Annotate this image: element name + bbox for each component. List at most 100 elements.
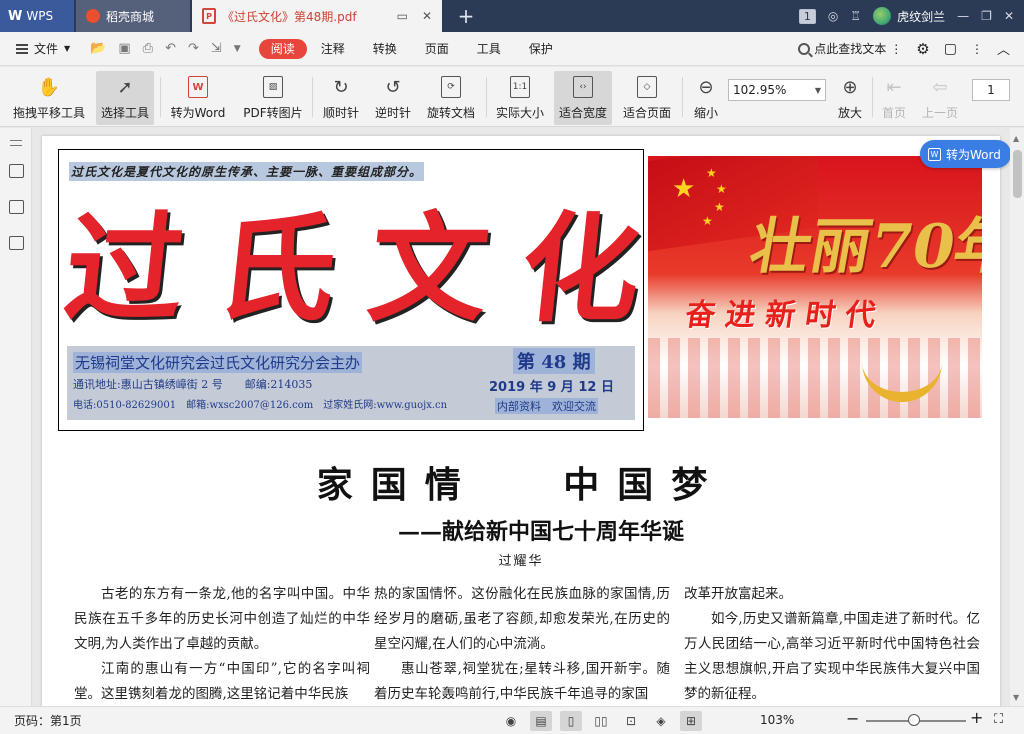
fit-width-label: 适合宽度: [558, 106, 607, 120]
export-icon[interactable]: ⇲: [211, 41, 222, 56]
open-folder-icon[interactable]: 📂: [90, 41, 106, 56]
status-bar: 页码：第1页 ◉ ▤ ▯ ▯▯ ⊡ ◈ ⊞ 103% − + ⛶: [0, 706, 1024, 734]
hamburger-icon: [16, 43, 28, 54]
rotate-document-button[interactable]: ⟳ 旋转文档: [424, 71, 478, 125]
cursor-arrow-icon: ➚: [117, 76, 133, 98]
tab-page[interactable]: 页面: [411, 39, 463, 59]
eye-protection-icon[interactable]: ◉: [500, 711, 522, 731]
tab-read[interactable]: 阅读: [258, 38, 307, 59]
rotate-ccw-icon: ↺: [385, 76, 401, 98]
pdf-to-image-button[interactable]: ▨ PDF转图片: [240, 71, 306, 125]
article-headline: 家国情 中国梦: [316, 465, 726, 506]
two-page-icon[interactable]: ▯▯: [590, 711, 612, 731]
rotate-cw-label: 顺时针: [322, 106, 359, 120]
tab-wps-home[interactable]: W WPS: [0, 0, 74, 32]
tab-protect[interactable]: 保护: [515, 39, 567, 59]
close-window-icon[interactable]: ✕: [1004, 9, 1014, 23]
fit-width-icon[interactable]: ⊞: [680, 711, 702, 731]
document-viewport[interactable]: 过氏文化是夏代文化的原生传承、主要一脉、重要组成部分。 过 氏 文 化 无锡祠堂…: [32, 128, 1010, 706]
thumbnail-icon[interactable]: [9, 200, 24, 214]
masthead-title-char: 文: [362, 198, 492, 338]
tab-active-document[interactable]: P 《过氏文化》第48期.pdf ▭ ✕: [192, 0, 442, 32]
fit-page-icon[interactable]: ◈: [650, 711, 672, 731]
rotate-counterclockwise-button[interactable]: ↺ 逆时针: [370, 71, 416, 125]
read-toolbar: ✋ 拖拽平移工具 ➚ 选择工具 W 转为Word ▨ PDF转图片 ↻ 顺时针 …: [0, 67, 1024, 127]
redo-icon[interactable]: ↷: [188, 41, 199, 56]
file-menu[interactable]: 文件 ▼: [0, 40, 80, 57]
title-tab-bar: W WPS 稻壳商城 P 《过氏文化》第48期.pdf ▭ ✕ + 1 ◎ ♖ …: [0, 0, 1024, 32]
word-doc-icon: W: [928, 147, 941, 161]
zoom-out-icon[interactable]: −: [846, 709, 859, 728]
tab-docer-store[interactable]: 稻壳商城: [76, 0, 190, 32]
shirt-icon[interactable]: ♖: [850, 9, 861, 23]
actual-size-button[interactable]: 1:1 实际大小: [492, 71, 548, 125]
find-text-button[interactable]: 点此查找文本 ⋮: [798, 40, 902, 57]
masthead-address: 通讯地址:惠山古镇绣嶂街 2 号 邮编:214035: [73, 378, 313, 391]
scrollbar-thumb[interactable]: [1013, 150, 1022, 198]
tab-tools[interactable]: 工具: [463, 39, 515, 59]
to-word-button[interactable]: W 转为Word: [166, 71, 230, 125]
zoom-in-button[interactable]: ⊕ 放大: [832, 71, 868, 125]
tab-convert[interactable]: 转换: [359, 39, 411, 59]
first-page-button[interactable]: ⇤ 首页: [876, 71, 912, 125]
select-tool-button[interactable]: ➚ 选择工具: [96, 71, 154, 125]
user-name: 虎纹剑兰: [897, 9, 946, 24]
rotate-ccw-label: 逆时针: [374, 106, 411, 120]
zoom-out-label: 缩小: [693, 106, 718, 120]
quick-access-more-icon[interactable]: ▼: [234, 44, 241, 54]
more-horizontal-icon[interactable]: ⋮: [971, 42, 983, 56]
floating-to-word-button[interactable]: W 转为Word: [920, 140, 1011, 168]
zoom-slider-thumb[interactable]: [908, 714, 920, 726]
pdf-page[interactable]: 过氏文化是夏代文化的原生传承、主要一脉、重要组成部分。 过 氏 文 化 无锡祠堂…: [42, 136, 1000, 706]
annotation-list-icon[interactable]: [9, 236, 24, 250]
save-icon[interactable]: ▣: [118, 41, 130, 56]
collapse-ribbon-icon[interactable]: ︿: [997, 39, 1010, 58]
zoom-out-button[interactable]: ⊖ 缩小: [688, 71, 724, 125]
docer-flame-icon: [86, 9, 100, 23]
pdf-file-icon: P: [202, 8, 216, 24]
scroll-up-icon[interactable]: ▲: [1013, 134, 1019, 143]
sidebar-toggle-icon[interactable]: [10, 140, 22, 146]
tab-float-icon[interactable]: ▭: [397, 9, 408, 23]
comment-icon[interactable]: ▢: [944, 41, 957, 57]
tab-annotate[interactable]: 注释: [307, 39, 359, 59]
fit-page-label: 适合页面: [622, 106, 671, 120]
paragraph: 古老的东方有一条龙,他的名字叫中国。中华民族在五千多年的历史长河中创造了灿烂的中…: [74, 586, 370, 652]
search-icon: [798, 42, 811, 55]
actual-size-icon[interactable]: ⊡: [620, 711, 642, 731]
single-page-icon[interactable]: ▯: [560, 711, 582, 731]
window-count-badge[interactable]: 1: [798, 8, 816, 24]
first-page-label: 首页: [881, 106, 906, 120]
user-account[interactable]: 虎纹剑兰: [873, 7, 945, 25]
scroll-down-icon[interactable]: ▼: [1013, 693, 1019, 702]
fit-page-button[interactable]: ◇ 适合页面: [618, 71, 676, 125]
prev-page-button[interactable]: ⇦ 上一页: [918, 71, 962, 125]
zoom-select[interactable]: 102.95% ▼: [728, 79, 826, 101]
pan-tool-button[interactable]: ✋ 拖拽平移工具: [8, 71, 90, 125]
new-tab-button[interactable]: +: [452, 0, 480, 32]
zoom-in-icon[interactable]: +: [970, 708, 983, 727]
fullscreen-icon[interactable]: ⛶: [994, 712, 1003, 727]
actual-size-icon: 1:1: [510, 76, 530, 98]
gear-icon[interactable]: ⚙: [916, 40, 929, 58]
skin-icon[interactable]: ◎: [828, 9, 838, 23]
rotate-clockwise-button[interactable]: ↻ 顺时针: [318, 71, 364, 125]
undo-icon[interactable]: ↶: [165, 41, 176, 56]
more-vertical-icon[interactable]: ⋮: [890, 42, 902, 56]
print-icon[interactable]: ⎙: [143, 41, 153, 56]
restore-icon[interactable]: ❐: [981, 9, 992, 23]
star-icon: ★: [716, 182, 727, 196]
tab-close-icon[interactable]: ✕: [422, 9, 432, 23]
zoom-in-label: 放大: [837, 106, 862, 120]
vertical-scrollbar[interactable]: ▲ ▼: [1010, 128, 1024, 706]
article-subtitle: ——献给新中国七十周年华诞: [397, 519, 684, 545]
minimize-icon[interactable]: —: [957, 9, 969, 23]
arrow-left-icon: ⇦: [932, 76, 948, 98]
tab-doc-label: 《过氏文化》第48期.pdf: [222, 9, 357, 24]
continuous-page-icon[interactable]: ▤: [530, 711, 552, 731]
page-number-input[interactable]: 1: [972, 79, 1010, 101]
fit-width-button[interactable]: ‹› 适合宽度: [554, 71, 612, 125]
article-byline: 过耀华: [498, 554, 544, 569]
outline-icon[interactable]: [9, 164, 24, 178]
paragraph: 江南的惠山有一方“中国印”,它的名字叫祠堂。这里镌刻着龙的图腾,这里铭记着中华民…: [74, 661, 370, 702]
